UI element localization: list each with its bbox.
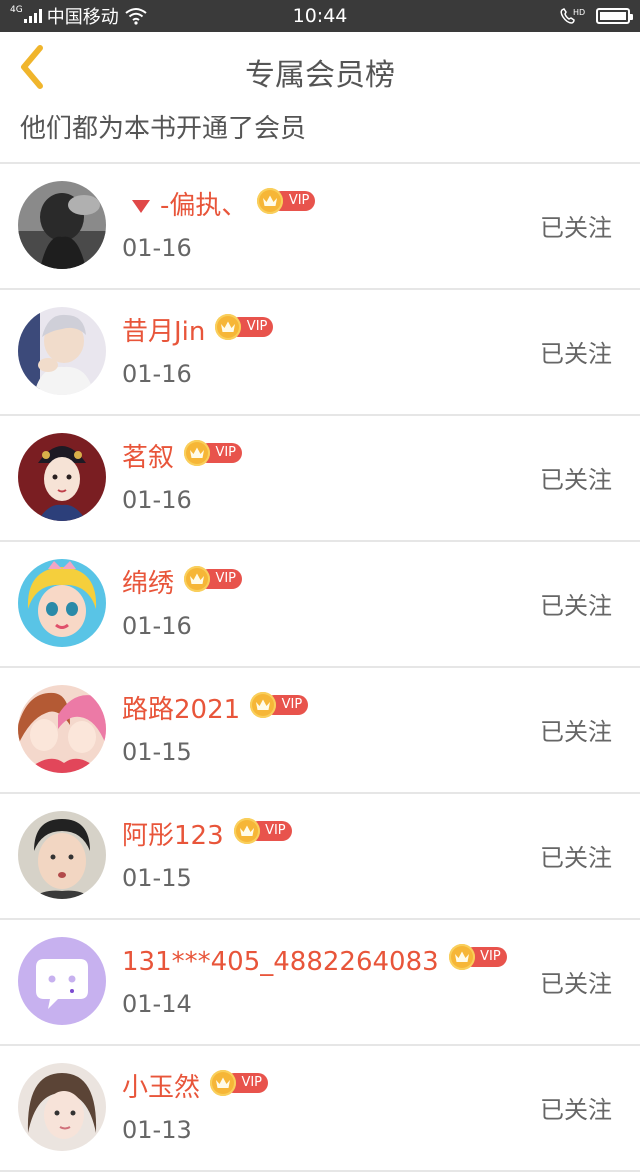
- battery-icon: [596, 8, 633, 24]
- follow-status-button[interactable]: 已关注: [540, 460, 612, 495]
- crown-icon: [190, 573, 205, 584]
- nav-bar: 专属会员榜: [0, 32, 640, 104]
- member-name: 小玉然: [122, 1073, 201, 1103]
- crown-icon: [256, 699, 271, 710]
- name-line: -偏执、 VIP: [122, 186, 317, 226]
- avatar[interactable]: [18, 937, 106, 1025]
- join-date: 01-16: [122, 612, 192, 640]
- list-item[interactable]: 阿彤123 VIP 01-15 已关注: [0, 794, 640, 920]
- avatar[interactable]: [18, 811, 106, 899]
- follow-status-button[interactable]: 已关注: [540, 208, 612, 243]
- follow-status-button[interactable]: 已关注: [540, 1090, 612, 1125]
- join-date: 01-16: [122, 234, 192, 262]
- member-name: 昔月Jin: [122, 317, 206, 347]
- crown-icon: [263, 195, 278, 206]
- avatar[interactable]: [18, 433, 106, 521]
- vip-badge: VIP: [184, 440, 244, 466]
- crown-icon: [239, 825, 254, 836]
- crown-icon: [221, 321, 236, 332]
- svg-text:HD: HD: [573, 8, 585, 17]
- vip-badge: VIP: [257, 188, 317, 214]
- follow-status-button[interactable]: 已关注: [540, 838, 612, 873]
- join-date: 01-16: [122, 486, 192, 514]
- list-item[interactable]: 小玉然 VIP 01-13 已关注: [0, 1046, 640, 1172]
- vip-badge: VIP: [184, 566, 244, 592]
- crown-icon: [454, 951, 469, 962]
- join-date: 01-15: [122, 864, 192, 892]
- name-line: 路路2021 VIP: [122, 690, 310, 730]
- list-item[interactable]: 昔月Jin VIP 01-16 已关注: [0, 290, 640, 416]
- join-date: 01-13: [122, 1116, 192, 1144]
- avatar[interactable]: [18, 559, 106, 647]
- list-item[interactable]: 茗叙 VIP 01-16 已关注: [0, 416, 640, 542]
- clock: 10:44: [292, 5, 348, 27]
- vip-badge: VIP: [210, 1070, 270, 1096]
- list-item[interactable]: 131***405_4882264083 VIP 01-14 已关注: [0, 920, 640, 1046]
- member-name: 绵绣: [122, 569, 175, 599]
- member-name: 131***405_4882264083: [122, 947, 439, 977]
- member-list: -偏执、 VIP 01-16 已关注 昔月Jin VIP 01-16 已关注 茗…: [0, 164, 640, 1172]
- follow-status-button[interactable]: 已关注: [540, 334, 612, 369]
- avatar[interactable]: [18, 307, 106, 395]
- crown-icon: [216, 1077, 231, 1088]
- follow-status-button[interactable]: 已关注: [540, 712, 612, 747]
- name-line: 绵绣 VIP: [122, 564, 244, 604]
- vip-badge: VIP: [215, 314, 275, 340]
- member-name: 茗叙: [122, 443, 175, 473]
- subtitle: 他们都为本书开通了会员: [20, 114, 307, 144]
- status-bar: 4G 中国移动 10:44 HD: [0, 0, 640, 32]
- hd-call-icon: HD: [560, 8, 585, 24]
- join-date: 01-15: [122, 738, 192, 766]
- follow-status-button[interactable]: 已关注: [540, 586, 612, 621]
- name-line: 昔月Jin VIP: [122, 312, 275, 352]
- vip-badge: VIP: [233, 818, 294, 844]
- avatar[interactable]: [18, 685, 106, 773]
- vip-badge: VIP: [448, 944, 509, 970]
- member-name: -偏执、: [160, 191, 248, 221]
- avatar[interactable]: [18, 181, 106, 269]
- name-line: 茗叙 VIP: [122, 438, 244, 478]
- follow-status-button[interactable]: 已关注: [540, 964, 612, 999]
- member-name: 路路2021: [122, 695, 241, 725]
- list-item[interactable]: 绵绣 VIP 01-16 已关注: [0, 542, 640, 668]
- name-line: 阿彤123 VIP: [122, 816, 294, 856]
- vip-badge: VIP: [250, 692, 310, 718]
- list-item[interactable]: 路路2021 VIP 01-15 已关注: [0, 668, 640, 794]
- member-name: 阿彤123: [122, 821, 224, 851]
- name-line: 小玉然 VIP: [122, 1068, 270, 1108]
- page-title: 专属会员榜: [245, 58, 395, 93]
- join-date: 01-16: [122, 360, 192, 388]
- red-triangle-icon: [132, 200, 150, 213]
- status-right: HD: [558, 6, 633, 26]
- list-item[interactable]: -偏执、 VIP 01-16 已关注: [0, 164, 640, 290]
- name-line: 131***405_4882264083 VIP: [122, 942, 509, 982]
- join-date: 01-14: [122, 990, 192, 1018]
- crown-icon: [190, 447, 205, 458]
